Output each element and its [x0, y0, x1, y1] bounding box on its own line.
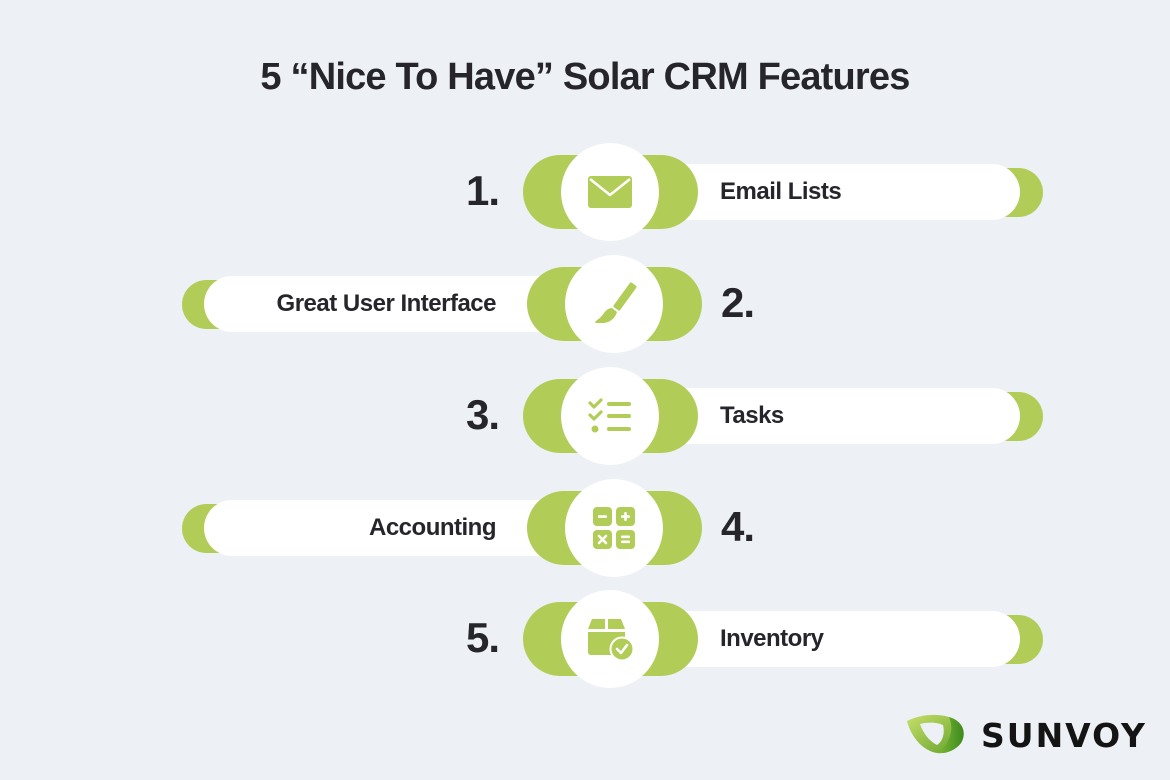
- feature-label-bar: [650, 388, 1020, 444]
- paintbrush-icon: [565, 255, 663, 353]
- feature-row: Inventory 5.: [0, 583, 1170, 695]
- brand-logo: SUNVOY: [905, 712, 1147, 758]
- feature-label: Tasks: [720, 402, 784, 429]
- feature-number: 5.: [466, 614, 500, 661]
- feature-row: Email Lists 1.: [0, 136, 1170, 248]
- feature-label: Inventory: [720, 625, 824, 652]
- feature-number: 2.: [721, 279, 755, 326]
- feature-row: Great User Interface 2.: [0, 248, 1170, 360]
- feature-number: 4.: [721, 503, 755, 550]
- feature-label: Accounting: [369, 514, 497, 541]
- brand-name: SUNVOY: [981, 715, 1147, 755]
- feature-label-bar: [650, 611, 1020, 667]
- feature-row: Accounting 4.: [0, 472, 1170, 584]
- checklist-icon: [561, 367, 659, 465]
- page-title: 5 “Nice To Have” Solar CRM Features: [260, 56, 910, 98]
- feature-number: 3.: [466, 391, 500, 438]
- feature-label: Email Lists: [720, 178, 842, 205]
- envelope-icon: [561, 143, 659, 241]
- box-check-icon: [561, 590, 659, 688]
- leaf-icon: [905, 711, 967, 760]
- feature-row: Tasks 3.: [0, 360, 1170, 472]
- feature-label: Great User Interface: [276, 290, 497, 317]
- calculator-icon: [565, 479, 663, 577]
- feature-number: 1.: [466, 167, 500, 214]
